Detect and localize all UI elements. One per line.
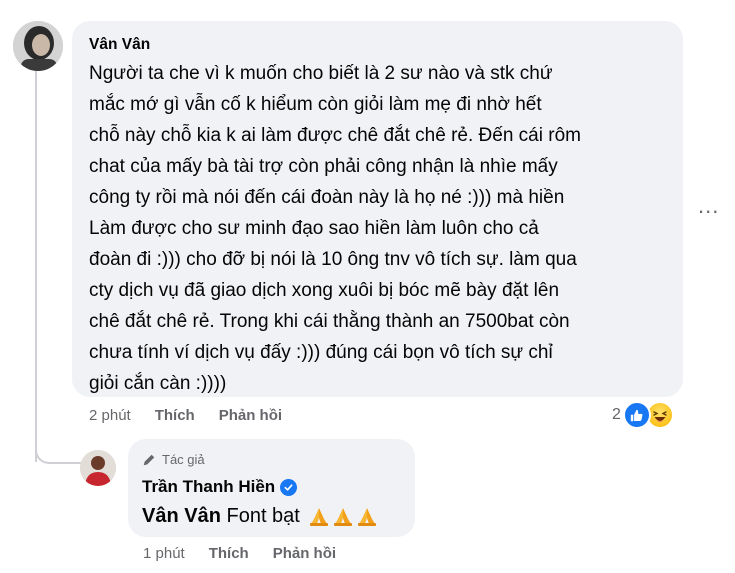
author-badge: Tác giả bbox=[142, 451, 401, 469]
reply-button[interactable]: Phản hồi bbox=[219, 406, 282, 426]
reply-text: Vân Vân Font bạt bbox=[142, 503, 401, 529]
like-reaction-icon bbox=[622, 401, 651, 429]
mention-link[interactable]: Vân Vân bbox=[142, 503, 221, 529]
comment-text-line: mắc mớ gì vẫn cố k hiểum còn giỏi làm mẹ… bbox=[89, 94, 542, 115]
comment-bubble: Vân Vân Người ta che vì k muốn cho biết … bbox=[72, 21, 683, 397]
comment-text-line: cty dịch vụ đã giao dịch xong xuôi bị bó… bbox=[89, 280, 560, 301]
folded-hands-emoji bbox=[308, 505, 378, 527]
reply-avatar[interactable] bbox=[80, 450, 116, 486]
reply-author-row: Trần Thanh Hiền bbox=[142, 477, 401, 497]
comment-text-line: chat của mấy bà tài trợ còn phải công nh… bbox=[89, 156, 558, 177]
comment-actions: 2 phút Thích Phản hồi bbox=[89, 406, 282, 426]
avatar-image bbox=[13, 21, 63, 71]
comment-text-line: Làm được cho sư minh đạo sao hiền làm lu… bbox=[89, 218, 539, 239]
verified-badge-icon bbox=[280, 478, 298, 496]
reaction-summary[interactable]: 2 bbox=[612, 400, 674, 430]
author-badge-label: Tác giả bbox=[162, 452, 205, 467]
reply-avatar-image bbox=[80, 450, 116, 486]
reply-bubble: Tác giả Trần Thanh Hiền Vân Vân Font bạt bbox=[128, 439, 415, 537]
reply-message: Font bạt bbox=[226, 505, 300, 527]
reply-time[interactable]: 1 phút bbox=[143, 544, 185, 564]
comment-time[interactable]: 2 phút bbox=[89, 406, 131, 426]
reply-like-button[interactable]: Thích bbox=[209, 544, 249, 564]
reply-actions: 1 phút Thích Phản hồi bbox=[143, 544, 336, 564]
thread-line bbox=[35, 70, 37, 462]
like-button[interactable]: Thích bbox=[155, 406, 195, 426]
comment-text-line: công ty rồi mà nói đến cái đoàn này là h… bbox=[89, 187, 565, 208]
pencil-icon bbox=[143, 454, 155, 466]
comment-text-line: chê đắt chê rẻ. Trong khi cái thằng thàn… bbox=[89, 311, 570, 332]
comment-author[interactable]: Vân Vân bbox=[89, 35, 666, 55]
reaction-count: 2 bbox=[612, 406, 621, 423]
comment-text-line: chưa tính ví dịch vụ đấy :))) đúng cái b… bbox=[89, 342, 553, 363]
reply-author[interactable]: Trần Thanh Hiền bbox=[142, 477, 275, 497]
comment-text-line: đoàn đi :))) cho đỡ bị nói là 10 ông tnv… bbox=[89, 249, 577, 270]
avatar[interactable] bbox=[13, 21, 63, 71]
thread-connector bbox=[35, 432, 81, 464]
comment-text-line: giỏi cắn càn :)))) bbox=[89, 373, 227, 394]
comment-text-line: chỗ này chỗ kia k ai làm được chê đắt ch… bbox=[89, 125, 581, 146]
reply-reply-button[interactable]: Phản hồi bbox=[273, 544, 336, 564]
more-options-icon[interactable]: ... bbox=[698, 195, 719, 217]
comment-text-line: Người ta che vì k muốn cho biết là 2 sư … bbox=[89, 63, 553, 84]
